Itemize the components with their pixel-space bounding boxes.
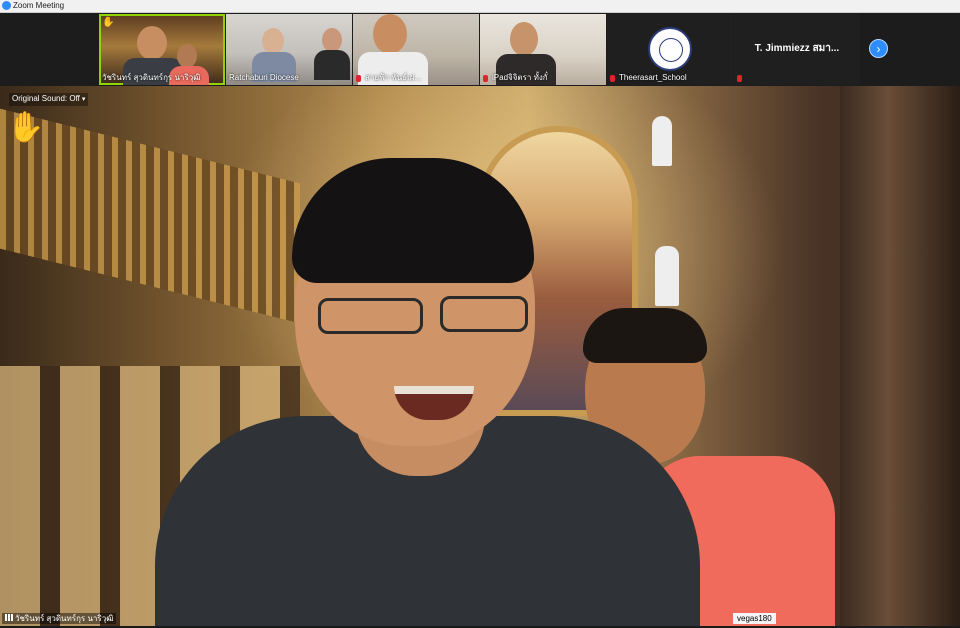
watermark: vegas180 [733, 613, 776, 624]
zoom-icon [2, 1, 11, 10]
mic-muted-icon [483, 75, 488, 82]
participant-tile[interactable]: ✋ วัชรินทร์ สุวดินทร์กุร นาริวุฒิ [99, 14, 225, 85]
speaker-name-label: วัชรินทร์ สุวดินทร์กุร นาริวุฒิ [2, 613, 117, 624]
participant-name: สายฟ้า พันธ์เผ่... [365, 73, 422, 82]
participant-name: T. Jimmiezz สมา... [754, 43, 840, 54]
participant-name: iPadจิจิตรา ทั้งกั๋ [492, 73, 548, 82]
original-sound-label: Original Sound: Off [12, 94, 80, 103]
chevron-right-icon: › [876, 42, 881, 56]
participant-name: Ratchaburi Diocese [229, 73, 299, 82]
speaker-name: วัชรินทร์ สุวดินทร์กุร นาริวุฒิ [15, 614, 114, 623]
participant-name: วัชรินทร์ สุวดินทร์กุร นาริวุฒิ [102, 73, 201, 82]
mic-muted-icon [356, 75, 361, 82]
participant-tile[interactable]: Theerasart_School [607, 14, 733, 85]
participant-name: Theerasart_School [619, 73, 687, 82]
next-page-button[interactable]: › [869, 39, 888, 58]
raised-hand-icon: ✋ [102, 17, 115, 28]
participant-tile[interactable]: T. Jimmiezz สมา... [734, 14, 860, 85]
participant-tile[interactable]: Ratchaburi Diocese [226, 14, 352, 85]
participant-strip: ✋ วัชรินทร์ สุวดินทร์กุร นาริวุฒิ Ratcha… [0, 13, 960, 86]
mic-muted-icon [610, 75, 615, 82]
title-bar: Zoom Meeting [0, 0, 960, 13]
chevron-down-icon: ▾ [81, 96, 86, 103]
mic-muted-icon [737, 75, 742, 82]
window-title: Zoom Meeting [13, 1, 65, 10]
original-sound-toggle[interactable]: Original Sound: Off ▾ [9, 93, 89, 106]
raised-hand-icon: ✋ [7, 111, 45, 144]
signal-icon [5, 614, 13, 621]
participant-tile[interactable]: iPadจิจิตรา ทั้งกั๋ [480, 14, 606, 85]
active-speaker-video[interactable] [0, 86, 960, 626]
participant-tile[interactable]: สายฟ้า พันธ์เผ่... [353, 14, 479, 85]
school-logo [648, 27, 692, 71]
participant-video [137, 26, 167, 60]
